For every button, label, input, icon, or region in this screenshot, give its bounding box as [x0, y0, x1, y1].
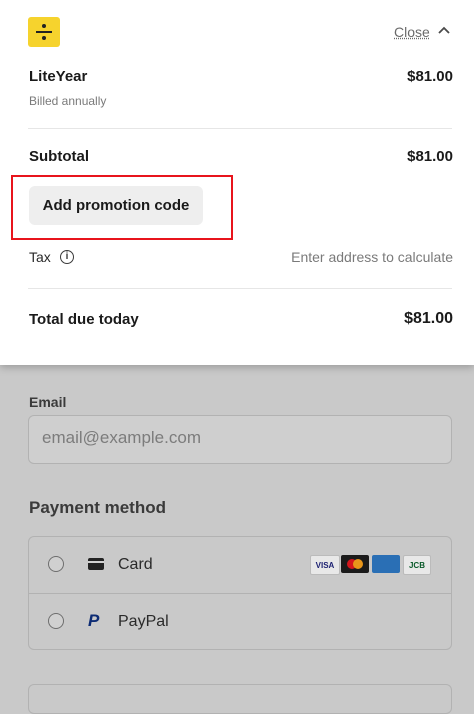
tax-label: Tax	[29, 249, 51, 265]
payment-divider	[29, 593, 451, 594]
total-due-label: Total due today	[29, 311, 139, 328]
close-button[interactable]: Close	[394, 24, 430, 40]
payment-method-title: Payment method	[29, 498, 166, 517]
info-icon[interactable]: i	[60, 250, 74, 264]
card-icon	[88, 558, 104, 570]
tax-value: Enter address to calculate	[291, 249, 453, 265]
product-name: LiteYear	[29, 68, 88, 85]
billing-note: Billed annually	[29, 94, 107, 108]
paypal-radio[interactable]	[48, 613, 64, 629]
paypal-icon: P	[88, 611, 100, 630]
jcb-logo-icon: JCB	[403, 555, 431, 575]
order-summary-panel: Close LiteYear $81.00 Billed annually Su…	[0, 0, 474, 365]
card-option-label[interactable]: Card	[118, 556, 153, 574]
subtotal-value: $81.00	[407, 148, 453, 165]
card-radio[interactable]	[48, 556, 64, 572]
email-label: Email	[29, 394, 67, 410]
chevron-up-icon[interactable]	[437, 25, 451, 35]
divide-icon	[28, 17, 60, 47]
amex-logo-icon	[372, 555, 400, 573]
paypal-option-label[interactable]: PayPal	[118, 613, 169, 631]
mastercard-logo-icon	[341, 555, 369, 573]
payment-method-options: Card VISA JCB P PayPal	[28, 536, 452, 650]
subtotal-label: Subtotal	[29, 148, 89, 165]
product-price: $81.00	[407, 68, 453, 85]
total-due-value: $81.00	[404, 310, 453, 327]
visa-logo-icon: VISA	[310, 555, 340, 575]
divider	[28, 128, 452, 129]
email-input[interactable]: email@example.com	[28, 415, 452, 464]
divider	[28, 288, 452, 289]
highlight-box	[11, 175, 233, 240]
next-field[interactable]	[28, 684, 452, 714]
